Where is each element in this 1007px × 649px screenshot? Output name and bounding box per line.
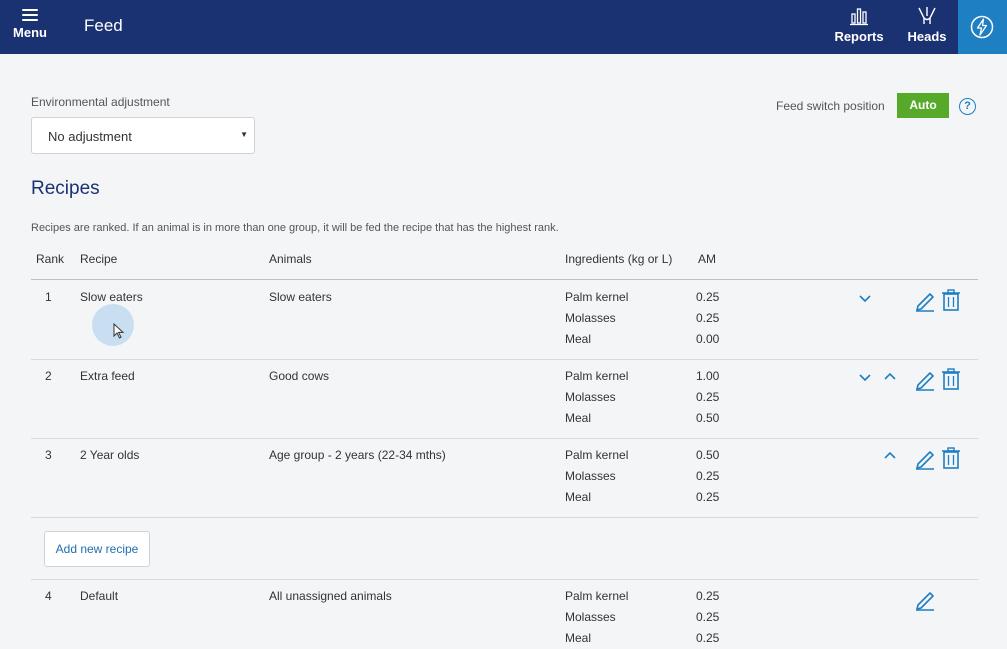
header-divider bbox=[31, 279, 978, 280]
ingredient-name: Palm kernel bbox=[565, 369, 629, 383]
ingredient-name: Molasses bbox=[565, 610, 616, 624]
row-animals: Slow eaters bbox=[269, 290, 332, 304]
quick-action-button[interactable] bbox=[958, 0, 1007, 54]
ingredient-am: 0.00 bbox=[696, 332, 720, 346]
menu-button[interactable]: Menu bbox=[10, 7, 50, 47]
pencil-icon bbox=[916, 592, 934, 611]
ingredient-name: Palm kernel bbox=[565, 290, 629, 304]
add-new-recipe-button[interactable]: Add new recipe bbox=[44, 531, 150, 567]
ingredient-name: Meal bbox=[565, 490, 592, 504]
row-divider bbox=[31, 579, 978, 580]
edit-button[interactable] bbox=[914, 587, 936, 611]
ingredient-name: Meal bbox=[565, 411, 592, 425]
recipes-title: Recipes bbox=[31, 178, 100, 199]
edit-button[interactable] bbox=[914, 288, 936, 312]
feed-switch-auto-button[interactable]: Auto bbox=[897, 93, 949, 118]
move-up-button[interactable] bbox=[883, 449, 897, 463]
chevron-down-icon bbox=[859, 374, 871, 382]
pencil-icon bbox=[916, 451, 934, 470]
move-down-button[interactable] bbox=[858, 291, 872, 305]
ingredient-am: 0.25 bbox=[696, 490, 720, 504]
col-header-animals: Animals bbox=[269, 252, 312, 266]
edit-button[interactable] bbox=[914, 446, 936, 470]
row-divider bbox=[31, 359, 978, 360]
heads-button[interactable]: Heads bbox=[902, 4, 952, 50]
row-animals: All unassigned animals bbox=[269, 589, 392, 603]
row-divider bbox=[31, 517, 978, 518]
env-adjustment-label: Environmental adjustment bbox=[31, 95, 170, 109]
row-recipe[interactable]: Slow eaters bbox=[80, 290, 143, 304]
reports-label: Reports bbox=[834, 29, 884, 44]
ingredient-am: 0.25 bbox=[696, 589, 720, 603]
edit-button[interactable] bbox=[914, 367, 936, 391]
heads-label: Heads bbox=[907, 29, 947, 44]
lightning-icon bbox=[970, 15, 994, 39]
env-adjustment-select[interactable]: No adjustment ▼ bbox=[31, 117, 255, 154]
ingredient-am: 0.25 bbox=[696, 469, 720, 483]
top-bar: Menu Feed Reports Heads bbox=[0, 0, 1007, 54]
row-animals: Good cows bbox=[269, 369, 330, 383]
caret-down-icon: ▼ bbox=[240, 130, 248, 139]
bar-chart-icon bbox=[850, 8, 868, 26]
ingredient-name: Molasses bbox=[565, 390, 616, 404]
page-title: Feed bbox=[84, 16, 123, 35]
ingredient-name: Palm kernel bbox=[565, 589, 629, 603]
move-down-button[interactable] bbox=[858, 370, 872, 384]
hamburger-icon bbox=[22, 9, 38, 21]
trash-icon bbox=[942, 447, 960, 469]
help-icon[interactable]: ? bbox=[959, 98, 976, 115]
ingredient-name: Molasses bbox=[565, 311, 616, 325]
move-up-button[interactable] bbox=[883, 370, 897, 384]
delete-button[interactable] bbox=[940, 367, 962, 391]
ingredient-am: 0.25 bbox=[696, 390, 720, 404]
pencil-icon bbox=[916, 293, 934, 312]
recipes-note: Recipes are ranked. If an animal is in m… bbox=[31, 222, 559, 234]
ingredient-am: 0.25 bbox=[696, 311, 720, 325]
chevron-up-icon bbox=[884, 451, 896, 459]
ingredient-name: Meal bbox=[565, 332, 592, 346]
chevron-down-icon bbox=[859, 295, 871, 303]
env-adjustment-value: No adjustment bbox=[48, 129, 132, 144]
row-rank: 3 bbox=[45, 448, 52, 462]
ingredient-name: Meal bbox=[565, 631, 592, 645]
col-header-rank: Rank bbox=[36, 252, 65, 266]
ingredient-am: 0.25 bbox=[696, 631, 720, 645]
row-recipe[interactable]: 2 Year olds bbox=[80, 448, 139, 462]
mouse-cursor-icon bbox=[113, 323, 125, 339]
trash-icon bbox=[942, 289, 960, 311]
ingredient-am: 1.00 bbox=[696, 369, 720, 383]
row-rank: 1 bbox=[45, 290, 52, 304]
col-header-ingredients: Ingredients (kg or L) bbox=[565, 252, 673, 266]
ingredient-name: Palm kernel bbox=[565, 448, 629, 462]
col-header-recipe: Recipe bbox=[80, 252, 118, 266]
row-recipe[interactable]: Default bbox=[80, 589, 118, 603]
trash-icon bbox=[942, 368, 960, 390]
menu-label: Menu bbox=[13, 25, 47, 40]
milking-heads-icon bbox=[918, 7, 936, 24]
ingredient-name: Molasses bbox=[565, 469, 616, 483]
ingredient-am: 0.25 bbox=[696, 610, 720, 624]
ingredient-am: 0.50 bbox=[696, 448, 720, 462]
row-recipe[interactable]: Extra feed bbox=[80, 369, 135, 383]
reports-button[interactable]: Reports bbox=[832, 4, 886, 50]
ingredient-am: 0.25 bbox=[696, 290, 720, 304]
col-header-am: AM bbox=[698, 252, 716, 266]
delete-button[interactable] bbox=[940, 446, 962, 470]
delete-button[interactable] bbox=[940, 288, 962, 312]
chevron-up-icon bbox=[884, 372, 896, 380]
row-rank: 2 bbox=[45, 369, 52, 383]
row-animals: Age group - 2 years (22-34 mths) bbox=[269, 448, 446, 462]
ingredient-am: 0.50 bbox=[696, 411, 720, 425]
feed-switch-label: Feed switch position bbox=[776, 99, 885, 113]
pencil-icon bbox=[916, 372, 934, 391]
row-rank: 4 bbox=[45, 589, 52, 603]
row-divider bbox=[31, 438, 978, 439]
